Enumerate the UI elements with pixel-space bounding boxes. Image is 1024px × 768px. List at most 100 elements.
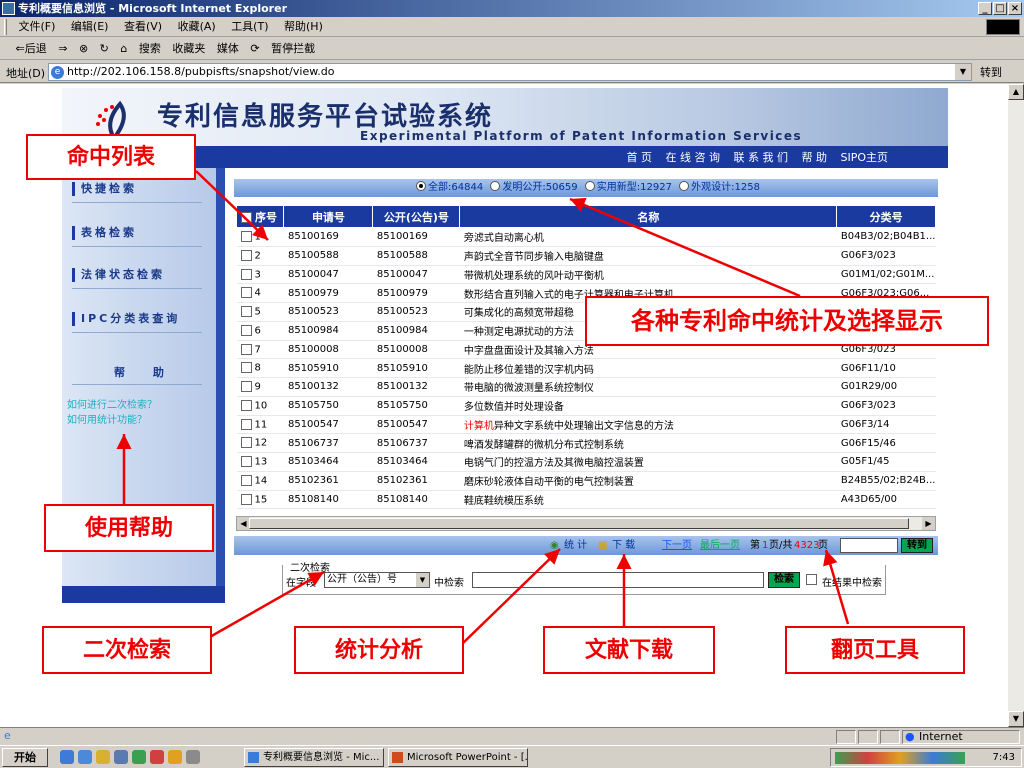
maximize-button[interactable]: □ bbox=[993, 2, 1007, 15]
sidebar-item-ipc[interactable]: IPC分类表查询 bbox=[72, 312, 180, 326]
filter-utility-label[interactable]: 实用新型:12927 bbox=[597, 182, 672, 193]
row-name-link[interactable]: 能防止移位差错的汉字机内码 bbox=[459, 358, 837, 378]
scroll-right-icon[interactable]: ▶ bbox=[922, 517, 935, 530]
history-icon[interactable]: ⟳ bbox=[246, 38, 263, 60]
help-link-secondary-search[interactable]: 如何进行二次检索？ bbox=[67, 396, 157, 411]
row-name-link[interactable]: 磨床砂轮液体自动平衡的电气控制装置 bbox=[459, 471, 837, 491]
nav-consult[interactable]: 在 线 咨 询 bbox=[665, 151, 720, 164]
in-results-checkbox[interactable] bbox=[806, 574, 817, 585]
next-page-link[interactable]: 下一页 bbox=[662, 536, 692, 555]
row-checkbox[interactable] bbox=[240, 474, 252, 486]
row-checkbox[interactable] bbox=[240, 362, 252, 374]
nav-contact[interactable]: 联 系 我 们 bbox=[733, 151, 788, 164]
filter-all-label[interactable]: 全部:64844 bbox=[428, 182, 483, 193]
table-row[interactable]: 11 85100547 85100547 计算机异种文字系统中处理输出文字信息的方法 G… bbox=[236, 415, 936, 435]
sidebar-item-legal-status[interactable]: 法律状态检索 bbox=[72, 268, 165, 282]
row-name-link[interactable]: 带微机处理系统的风叶动平衡机 bbox=[459, 265, 837, 285]
quicklaunch-outlook-icon[interactable] bbox=[78, 750, 92, 764]
go-button[interactable]: 转到 bbox=[980, 64, 1002, 80]
filter-utility-radio[interactable] bbox=[584, 181, 595, 191]
stop-icon[interactable]: ⊗ bbox=[75, 38, 92, 60]
scroll-up-icon[interactable]: ▲ bbox=[1008, 84, 1024, 100]
filter-design-radio[interactable] bbox=[679, 181, 690, 191]
media-button[interactable]: 媒体 bbox=[213, 38, 243, 60]
filter-all-radio[interactable] bbox=[416, 181, 427, 191]
nav-help[interactable]: 帮 助 bbox=[801, 151, 827, 164]
chevron-down-icon[interactable]: ▼ bbox=[416, 573, 429, 587]
row-checkbox[interactable] bbox=[240, 493, 252, 505]
menu-favorites[interactable]: 收藏(A) bbox=[172, 17, 222, 37]
minimize-button[interactable]: _ bbox=[978, 2, 992, 15]
table-row[interactable]: 10 85105750 85105750 多位数值并时处理设备 G06F3/023 bbox=[236, 396, 936, 416]
quicklaunch-app-icon[interactable] bbox=[150, 750, 164, 764]
forward-button[interactable]: ⇒ bbox=[54, 38, 71, 60]
filter-invention-radio[interactable] bbox=[490, 181, 501, 191]
header-no[interactable]: 序号 bbox=[235, 205, 285, 228]
goto-page-button[interactable]: 转到 bbox=[901, 538, 933, 553]
download-link[interactable]: 下 载 bbox=[612, 536, 635, 555]
table-row[interactable]: 14 85102361 85102361 磨床砂轮液体自动平衡的电气控制装置 B24B5… bbox=[236, 471, 936, 491]
refresh-icon[interactable]: ↻ bbox=[96, 38, 113, 60]
scroll-down-icon[interactable]: ▼ bbox=[1008, 711, 1024, 727]
tray-icons[interactable] bbox=[835, 752, 965, 764]
taskbar-item-powerpoint[interactable]: Microsoft PowerPoint - [... bbox=[388, 748, 528, 767]
popup-blocker-button[interactable]: 暂停拦截 bbox=[267, 38, 319, 60]
quicklaunch-folder-icon[interactable] bbox=[96, 750, 110, 764]
toolbar-grip[interactable] bbox=[4, 19, 7, 35]
row-checkbox[interactable] bbox=[240, 399, 252, 411]
row-name-link[interactable]: 啤酒发酵罐群的微机分布式控制系统 bbox=[459, 433, 837, 453]
filter-invention-label[interactable]: 发明公开:50659 bbox=[502, 182, 577, 193]
start-button[interactable]: 开始 bbox=[2, 748, 48, 767]
row-checkbox[interactable] bbox=[240, 343, 252, 355]
menu-tools[interactable]: 工具(T) bbox=[225, 17, 274, 37]
menu-view[interactable]: 查看(V) bbox=[118, 17, 168, 37]
horizontal-scrollbar[interactable]: ◀ ▶ bbox=[236, 516, 936, 531]
table-row[interactable]: 12 85106737 85106737 啤酒发酵罐群的微机分布式控制系统 G06F15… bbox=[236, 433, 936, 453]
row-name-link[interactable]: 声韵式全音节同步输入电脑键盘 bbox=[459, 246, 837, 266]
row-name-link[interactable]: 计算机异种文字系统中处理输出文字信息的方法 bbox=[459, 415, 837, 435]
table-row[interactable]: 2 85100588 85100588 声韵式全音节同步输入电脑键盘 G06F3/023 bbox=[236, 246, 936, 266]
row-name-link[interactable]: 多位数值并时处理设备 bbox=[459, 396, 837, 416]
quicklaunch-app2-icon[interactable] bbox=[168, 750, 182, 764]
favorites-button[interactable]: 收藏夹 bbox=[168, 38, 209, 60]
row-checkbox[interactable] bbox=[240, 306, 252, 318]
row-checkbox[interactable] bbox=[240, 231, 252, 243]
quicklaunch-desktop-icon[interactable] bbox=[114, 750, 128, 764]
download-icon[interactable]: ▦ bbox=[598, 536, 607, 555]
sidebar-item-quick-search[interactable]: 快捷检索 bbox=[72, 182, 137, 196]
nav-sipo[interactable]: SIPO主页 bbox=[840, 151, 888, 164]
table-row[interactable]: 3 85100047 85100047 带微机处理系统的风叶动平衡机 G01M1/02;… bbox=[236, 265, 936, 285]
nav-home[interactable]: 首 页 bbox=[626, 151, 652, 164]
back-button[interactable]: ⇐后退 bbox=[12, 38, 51, 60]
vertical-scrollbar[interactable]: ▲ ▼ bbox=[1008, 84, 1024, 727]
menu-edit[interactable]: 编辑(E) bbox=[65, 17, 115, 37]
table-row[interactable]: 13 85103464 85103464 电锅气门的控温方法及其微电脑控温装置 G05F… bbox=[236, 452, 936, 472]
address-dropdown-icon[interactable]: ▼ bbox=[955, 64, 971, 80]
stats-link[interactable]: 统 计 bbox=[564, 536, 587, 555]
row-name-link[interactable]: 电锅气门的控温方法及其微电脑控温装置 bbox=[459, 452, 837, 472]
page-number-input[interactable] bbox=[840, 538, 898, 553]
address-input[interactable]: e http://202.106.158.8/pubpisfts/snapsho… bbox=[48, 63, 972, 81]
scroll-thumb[interactable] bbox=[249, 518, 909, 529]
table-row[interactable]: 15 85108140 85108140 鞋底鞋统模压系统 A43D65/00 bbox=[236, 490, 936, 510]
table-row[interactable]: 8 85105910 85105910 能防止移位差错的汉字机内码 G06F11/10 bbox=[236, 358, 936, 378]
row-checkbox[interactable] bbox=[240, 456, 252, 468]
close-button[interactable]: × bbox=[1008, 2, 1022, 15]
row-checkbox[interactable] bbox=[240, 381, 252, 393]
search-button[interactable]: 搜索 bbox=[135, 38, 165, 60]
row-name-link[interactable]: 带电脑的微波测量系统控制仪 bbox=[459, 377, 837, 397]
row-checkbox[interactable] bbox=[240, 268, 252, 280]
row-checkbox[interactable] bbox=[240, 287, 252, 299]
row-checkbox[interactable] bbox=[240, 249, 252, 261]
row-name-link[interactable]: 旁滤式自动离心机 bbox=[459, 227, 837, 247]
table-row[interactable]: 9 85100132 85100132 带电脑的微波测量系统控制仪 G01R29/00 bbox=[236, 377, 936, 397]
secondary-search-button[interactable]: 检索 bbox=[768, 572, 800, 588]
row-checkbox[interactable] bbox=[240, 418, 252, 430]
secondary-search-input[interactable] bbox=[472, 572, 764, 588]
quicklaunch-media-icon[interactable] bbox=[132, 750, 146, 764]
last-page-link[interactable]: 最后一页 bbox=[700, 536, 740, 555]
taskbar-item-ie[interactable]: 专利概要信息浏览 - Mic... bbox=[244, 748, 384, 767]
field-select[interactable]: 公开（公告）号 ▼ bbox=[324, 572, 430, 588]
help-link-stats[interactable]: 如何用统计功能？ bbox=[67, 411, 147, 426]
quicklaunch-app3-icon[interactable] bbox=[186, 750, 200, 764]
